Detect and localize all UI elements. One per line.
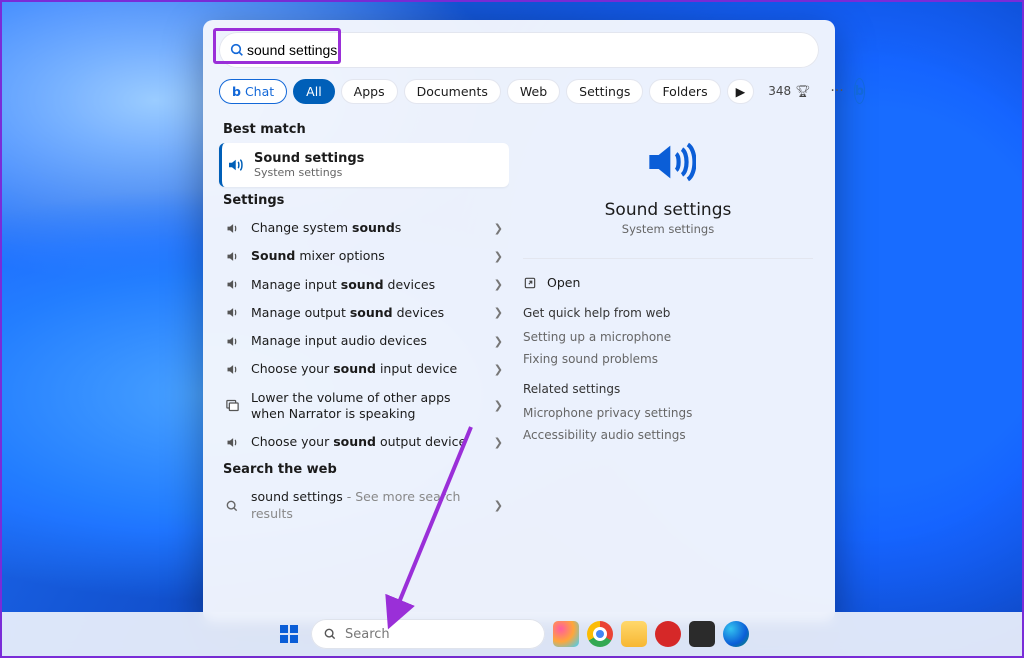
speaker-icon <box>223 221 241 236</box>
filter-more[interactable]: ▶ <box>727 79 755 104</box>
chevron-right-icon: ❯ <box>494 222 503 235</box>
bing-b-icon: b <box>855 84 864 99</box>
filter-folders[interactable]: Folders <box>649 79 720 104</box>
play-icon: ▶ <box>736 84 746 99</box>
taskbar-app-generic-dark[interactable] <box>689 621 715 647</box>
chevron-right-icon: ❯ <box>494 436 503 449</box>
preview-title: Sound settings <box>523 200 813 220</box>
preview-column: Sound settings System settings Open Get … <box>509 112 835 622</box>
filter-bar: b Chat All Apps Documents Web Settings F… <box>219 78 819 104</box>
web-search-label: sound settings - See more search results <box>251 489 484 522</box>
rewards-points[interactable]: 348 🏆︎ <box>768 84 810 98</box>
filter-web[interactable]: Web <box>507 79 560 104</box>
taskbar-app-edge[interactable] <box>723 621 749 647</box>
taskbar-app-copilot[interactable] <box>553 621 579 647</box>
results-column: Best match Sound settings System setting… <box>203 112 509 622</box>
quick-help-heading: Get quick help from web <box>523 306 813 320</box>
result-label: Manage input sound devices <box>251 277 484 293</box>
chevron-right-icon: ❯ <box>494 306 503 319</box>
chevron-right-icon: ❯ <box>494 278 503 291</box>
settings-result-item[interactable]: Choose your sound output device ❯ <box>219 428 509 456</box>
speaker-icon <box>640 134 696 190</box>
settings-result-item[interactable]: Choose your sound input device ❯ <box>219 355 509 383</box>
related-setting-link[interactable]: Accessibility audio settings <box>523 424 813 446</box>
trophy-icon: 🏆︎ <box>795 84 810 98</box>
chevron-right-icon: ❯ <box>494 399 503 412</box>
settings-result-item[interactable]: Manage input audio devices ❯ <box>219 327 509 355</box>
filter-apps[interactable]: Apps <box>341 79 398 104</box>
settings-result-item[interactable]: Manage input sound devices ❯ <box>219 271 509 299</box>
speaker-icon <box>223 249 241 264</box>
web-search-item[interactable]: sound settings - See more search results… <box>219 483 509 528</box>
preview-subtitle: System settings <box>523 222 813 236</box>
result-label: Sound mixer options <box>251 248 484 264</box>
result-label: Manage output sound devices <box>251 305 484 321</box>
quick-help-link[interactable]: Fixing sound problems <box>523 348 813 370</box>
search-icon <box>223 499 241 513</box>
quick-help-link[interactable]: Setting up a microphone <box>523 326 813 348</box>
filter-all[interactable]: All <box>293 79 335 104</box>
related-setting-link[interactable]: Microphone privacy settings <box>523 402 813 424</box>
filter-chat[interactable]: b Chat <box>219 79 287 104</box>
divider <box>523 258 813 259</box>
taskbar-app-chrome[interactable] <box>587 621 613 647</box>
search-icon <box>229 42 245 58</box>
result-label: Choose your sound output device <box>251 434 484 450</box>
search-input[interactable] <box>245 41 809 59</box>
apps-icon <box>223 398 241 413</box>
start-search-panel: b Chat All Apps Documents Web Settings F… <box>203 20 835 622</box>
taskbar-search[interactable]: Search <box>311 619 545 649</box>
bing-b-icon: b <box>232 84 241 99</box>
settings-result-item[interactable]: Sound mixer options ❯ <box>219 242 509 270</box>
chevron-right-icon: ❯ <box>494 250 503 263</box>
taskbar: Search <box>2 612 1022 656</box>
open-bing-button[interactable]: b <box>854 78 865 104</box>
speaker-icon <box>226 156 244 174</box>
open-icon <box>523 276 537 290</box>
result-label: Change system sounds <box>251 220 484 236</box>
best-match-heading: Best match <box>223 122 509 137</box>
taskbar-search-placeholder: Search <box>345 627 390 642</box>
settings-heading: Settings <box>223 193 509 208</box>
best-match-sub: System settings <box>254 166 364 179</box>
settings-result-item[interactable]: Lower the volume of other apps when Narr… <box>219 384 509 429</box>
filter-settings[interactable]: Settings <box>566 79 643 104</box>
search-bar[interactable] <box>219 32 819 68</box>
best-match-item[interactable]: Sound settings System settings <box>219 143 509 187</box>
result-label: Manage input audio devices <box>251 333 484 349</box>
start-button[interactable] <box>275 620 303 648</box>
taskbar-app-explorer[interactable] <box>621 621 647 647</box>
speaker-icon <box>223 435 241 450</box>
settings-result-item[interactable]: Manage output sound devices ❯ <box>219 299 509 327</box>
chevron-right-icon: ❯ <box>494 499 503 512</box>
filter-documents[interactable]: Documents <box>404 79 501 104</box>
search-icon <box>323 627 337 641</box>
taskbar-app-generic-red[interactable] <box>655 621 681 647</box>
related-heading: Related settings <box>523 382 813 396</box>
result-label: Choose your sound input device <box>251 361 484 377</box>
speaker-icon <box>223 334 241 349</box>
open-action[interactable]: Open <box>523 271 813 294</box>
best-match-title: Sound settings <box>254 151 364 166</box>
result-label: Lower the volume of other apps when Narr… <box>251 390 484 423</box>
speaker-icon <box>223 305 241 320</box>
chevron-right-icon: ❯ <box>494 363 503 376</box>
settings-result-item[interactable]: Change system sounds ❯ <box>219 214 509 242</box>
chevron-right-icon: ❯ <box>494 335 503 348</box>
speaker-icon <box>223 277 241 292</box>
speaker-icon <box>223 362 241 377</box>
overflow-menu[interactable]: ··· <box>826 83 847 99</box>
search-web-heading: Search the web <box>223 462 509 477</box>
